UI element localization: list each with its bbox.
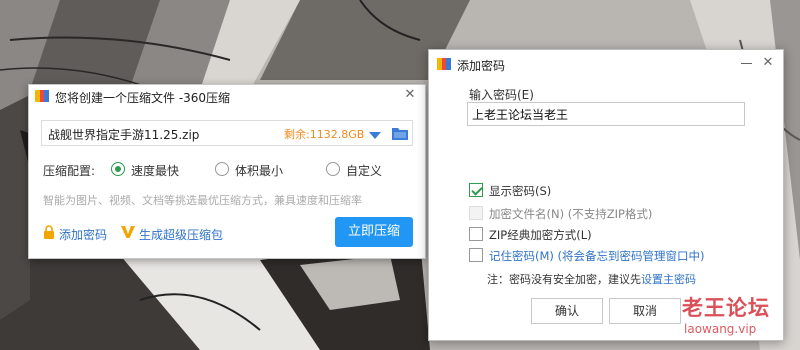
compress-dialog: 您将创建一个压缩文件 -360压缩 ✕ 战舰世界指定手游11.25.zip 剩余… [28,84,426,259]
radio-label: 自定义 [346,164,383,178]
v-badge-icon [121,225,135,239]
super-package-link[interactable]: 生成超级压缩包 [139,226,223,243]
radio-label: 体积最小 [235,164,284,178]
folder-icon[interactable] [392,126,408,140]
password-dialog-title: 添加密码 [457,59,506,73]
zip-classic-encryption-checkbox[interactable]: ZIP经典加密方式(L) [469,227,619,243]
radio-indicator [326,162,340,176]
compress-hint: 智能为图片、视频、文档等挑选最优压缩方式，兼具速度和压缩率 [43,194,362,207]
radio-label: 速度最快 [131,164,180,178]
checkbox-box [469,206,483,220]
compress-dialog-titlebar[interactable]: 您将创建一个压缩文件 -360压缩 ✕ [29,85,425,107]
watermark-name: 老王论坛 [682,296,770,320]
lock-icon [43,225,55,239]
password-input-label: 输入密码(E) [469,88,534,102]
checkbox-label: 记住密码(M) (将会备忘到密码管理窗口中) [489,249,705,263]
password-input[interactable] [467,102,745,126]
add-password-link[interactable]: 添加密码 [59,226,107,243]
free-space-label: 剩余:1132.8GB [284,128,365,141]
archive-app-icon [35,89,49,103]
radio-fastest[interactable]: 速度最快 [111,161,191,178]
archive-app-icon [437,57,451,71]
cancel-button[interactable]: 取消 [609,298,681,324]
confirm-button[interactable]: 确认 [531,298,603,324]
radio-custom[interactable]: 自定义 [326,161,396,178]
close-icon[interactable]: ✕ [761,56,775,70]
chevron-down-icon[interactable] [369,129,381,139]
radio-smallest[interactable]: 体积最小 [215,161,295,178]
close-icon[interactable]: ✕ [403,88,417,102]
set-master-password-link[interactable]: 设置主密码 [641,273,696,286]
watermark-url: laowang.vip [684,322,757,336]
archive-filename[interactable]: 战舰世界指定手游11.25.zip [48,126,199,143]
checkbox-label: 显示密码(S) [489,184,552,198]
radio-indicator [215,162,229,176]
remember-password-checkbox[interactable]: 记住密码(M) (将会备忘到密码管理窗口中) [469,248,729,264]
checkbox-label: 加密文件名(N) (不支持ZIP格式) [489,207,653,221]
compress-config-label: 压缩配置: [43,164,96,178]
compress-dialog-title: 您将创建一个压缩文件 -360压缩 [55,91,231,105]
checkbox-box [469,248,483,262]
compress-now-button[interactable]: 立即压缩 [335,217,413,247]
checkbox-box [469,227,483,241]
encrypt-filenames-checkbox[interactable]: 加密文件名(N) (不支持ZIP格式) [469,206,669,222]
security-note-text: 注：密码没有安全加密，建议先 [487,273,641,286]
minimize-icon[interactable] [741,56,753,68]
site-watermark: 老王论坛 laowang.vip [676,292,786,342]
radio-indicator [111,162,125,176]
archive-path-field[interactable]: 战舰世界指定手游11.25.zip 剩余:1132.8GB [41,120,413,146]
security-note: 注：密码没有安全加密，建议先设置主密码 [487,271,696,287]
checkbox-box [469,183,483,197]
password-dialog-titlebar[interactable]: 添加密码 ✕ [429,50,783,78]
checkbox-label: ZIP经典加密方式(L) [489,228,592,242]
show-password-checkbox[interactable]: 显示密码(S) [469,183,599,199]
